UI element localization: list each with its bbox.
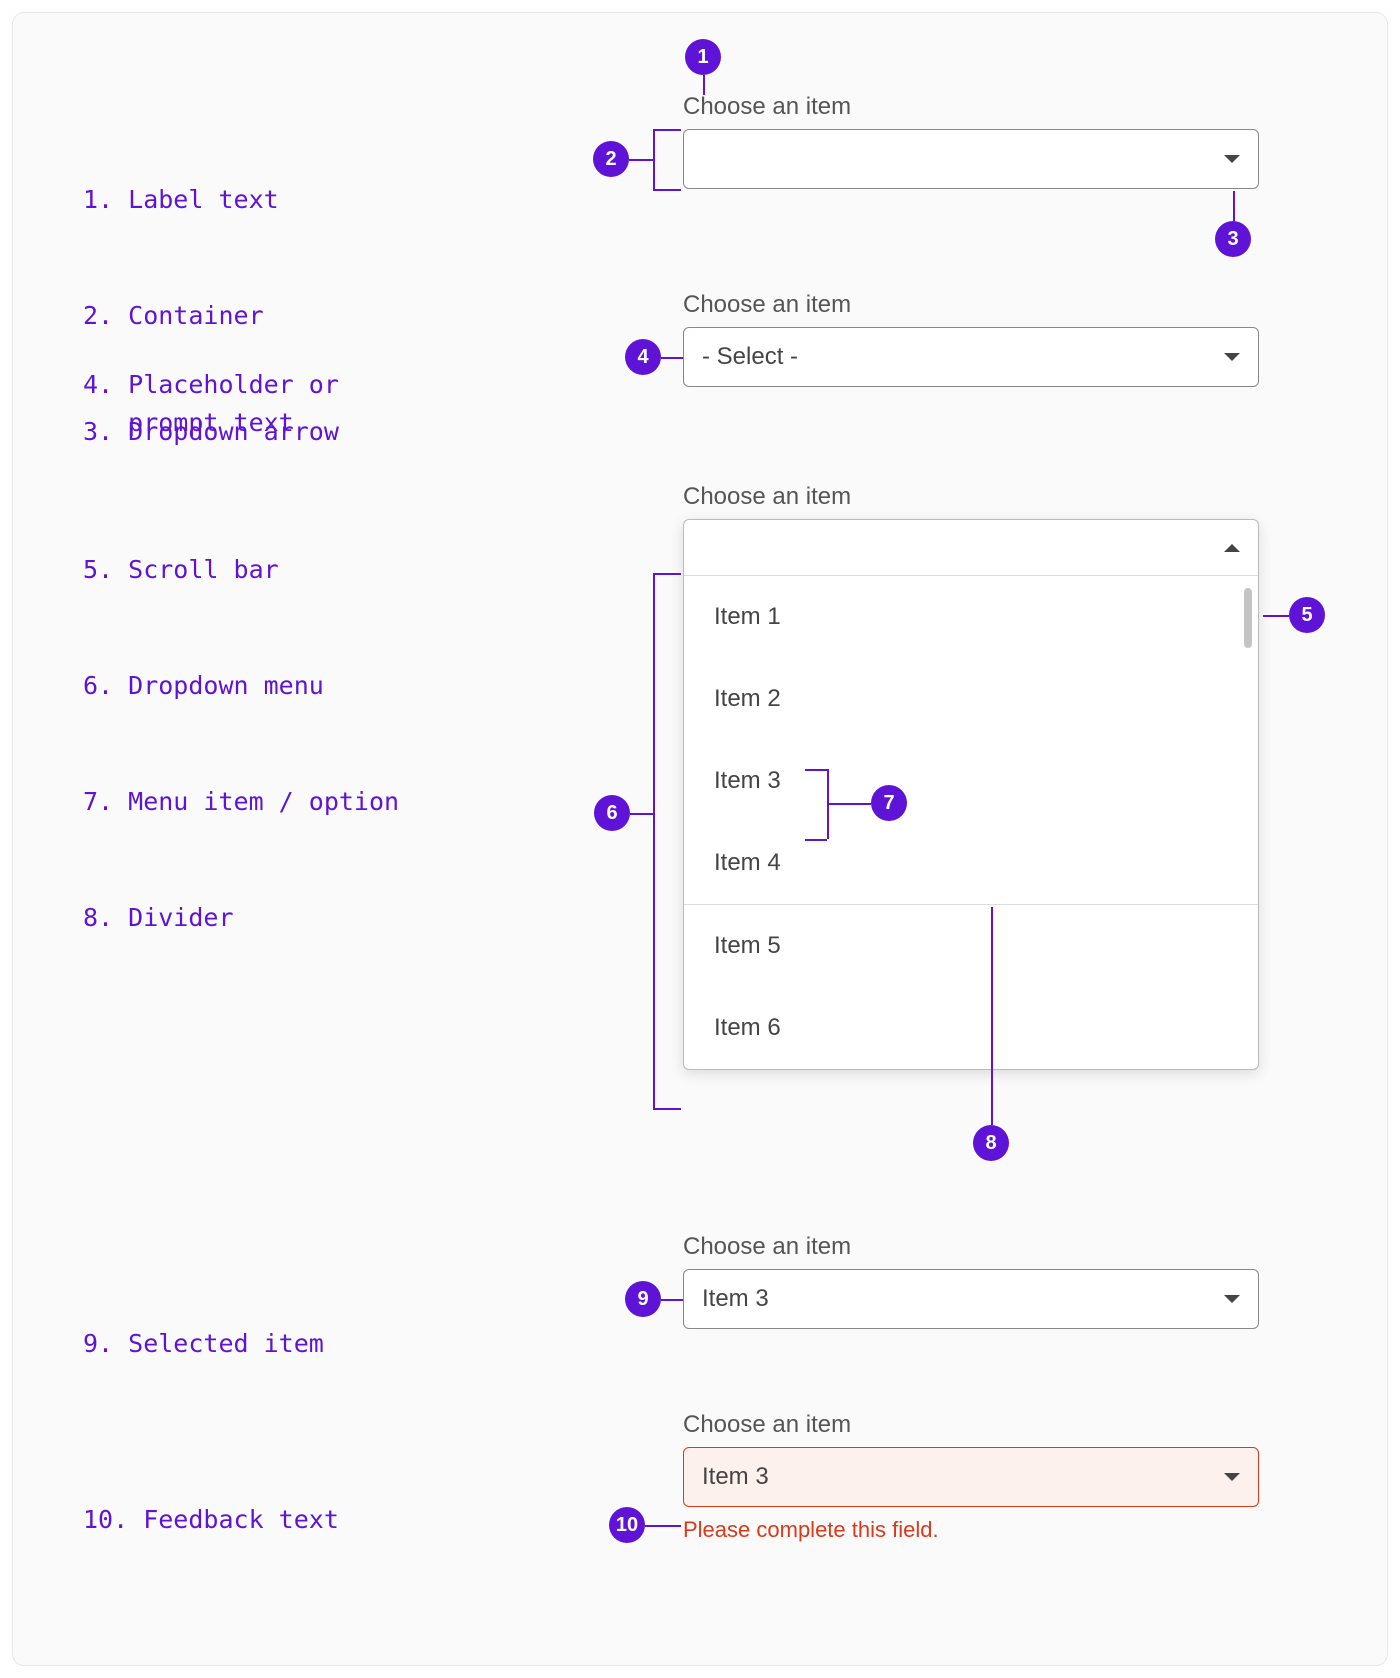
menu-option[interactable]: Item 5 xyxy=(684,905,1258,987)
menu-option[interactable]: Item 2 xyxy=(684,658,1258,740)
anatomy-frame: 1. Label text 2. Container 3. Dropdown a… xyxy=(12,12,1388,1666)
chevron-down-icon xyxy=(1224,155,1240,163)
connector-line xyxy=(661,357,683,359)
connector-line xyxy=(645,1525,681,1527)
callout-badge-10: 10 xyxy=(609,1507,645,1543)
menu-option[interactable]: Item 6 xyxy=(684,987,1258,1069)
dropdown-menu: Item 1 Item 2 Item 3 Item 4 Item 5 Item … xyxy=(683,519,1259,1070)
example-3: Choose an item Item 1 Item 2 Item 3 Item… xyxy=(683,483,1259,1070)
connector-line xyxy=(805,769,827,771)
example-1: Choose an item xyxy=(683,93,1259,189)
feedback-text: Please complete this field. xyxy=(683,1517,1259,1543)
callout-badge-4: 4 xyxy=(625,339,661,375)
callout-badge-5: 5 xyxy=(1289,597,1325,633)
connector-line xyxy=(653,573,655,1108)
callout-badge-3: 3 xyxy=(1215,221,1251,257)
legend-item-8: 8. Divider xyxy=(83,899,399,938)
dropdown-placeholder: - Select - xyxy=(702,343,1224,371)
legend-item-1: 1. Label text xyxy=(83,181,339,220)
callout-badge-1: 1 xyxy=(685,39,721,75)
connector-line xyxy=(653,1108,681,1110)
scrollbar[interactable] xyxy=(1244,588,1252,648)
example-5: Choose an item Item 3 Please complete th… xyxy=(683,1411,1259,1543)
legend-block-5: 10. Feedback text xyxy=(83,1423,339,1617)
legend-block-3: 5. Scroll bar 6. Dropdown menu 7. Menu i… xyxy=(83,473,399,1016)
chevron-up-icon xyxy=(1224,544,1240,552)
legend-block-4: 9. Selected item xyxy=(83,1247,324,1441)
callout-badge-7: 7 xyxy=(871,785,907,821)
legend-item-10: 10. Feedback text xyxy=(83,1501,339,1540)
legend-item-7: 7. Menu item / option xyxy=(83,783,399,822)
legend-item-6: 6. Dropdown menu xyxy=(83,667,399,706)
connector-line xyxy=(703,75,705,95)
callout-badge-8: 8 xyxy=(973,1125,1009,1161)
connector-line xyxy=(653,189,681,191)
legend-item-5: 5. Scroll bar xyxy=(83,551,399,590)
legend-item-4: 4. Placeholder or prompt text xyxy=(83,366,339,444)
chevron-down-icon xyxy=(1224,1295,1240,1303)
dropdown-selected-value: Item 3 xyxy=(702,1285,1224,1313)
connector-line xyxy=(653,129,655,189)
dropdown-container-error[interactable]: Item 3 xyxy=(683,1447,1259,1507)
dropdown-label: Choose an item xyxy=(683,483,1259,511)
connector-line xyxy=(653,129,681,131)
dropdown-container[interactable] xyxy=(683,129,1259,189)
dropdown-container[interactable]: Item 3 xyxy=(683,1269,1259,1329)
callout-badge-6: 6 xyxy=(594,795,630,831)
dropdown-label: Choose an item xyxy=(683,1411,1259,1439)
example-4: Choose an item Item 3 xyxy=(683,1233,1259,1329)
dropdown-label: Choose an item xyxy=(683,291,1259,319)
connector-line xyxy=(991,907,993,1125)
dropdown-selected-value: Item 3 xyxy=(702,1463,1224,1491)
example-2: Choose an item - Select - xyxy=(683,291,1259,387)
dropdown-container[interactable]: - Select - xyxy=(683,327,1259,387)
connector-line xyxy=(661,1299,683,1301)
connector-line xyxy=(653,573,681,575)
connector-line xyxy=(827,803,871,805)
dropdown-label: Choose an item xyxy=(683,93,1259,121)
menu-option[interactable]: Item 3 xyxy=(684,740,1258,822)
connector-line xyxy=(630,813,653,815)
legend-item-9: 9. Selected item xyxy=(83,1325,324,1364)
menu-option[interactable]: Item 4 xyxy=(684,822,1258,904)
callout-badge-9: 9 xyxy=(625,1281,661,1317)
connector-line xyxy=(1263,615,1289,617)
chevron-down-icon xyxy=(1224,1473,1240,1481)
menu-option[interactable]: Item 1 xyxy=(684,576,1258,658)
dropdown-open-header[interactable] xyxy=(684,520,1258,576)
dropdown-label: Choose an item xyxy=(683,1233,1259,1261)
connector-line xyxy=(629,159,653,161)
chevron-down-icon xyxy=(1224,353,1240,361)
callout-badge-2: 2 xyxy=(593,141,629,177)
connector-line xyxy=(1233,191,1235,221)
connector-line xyxy=(805,839,827,841)
